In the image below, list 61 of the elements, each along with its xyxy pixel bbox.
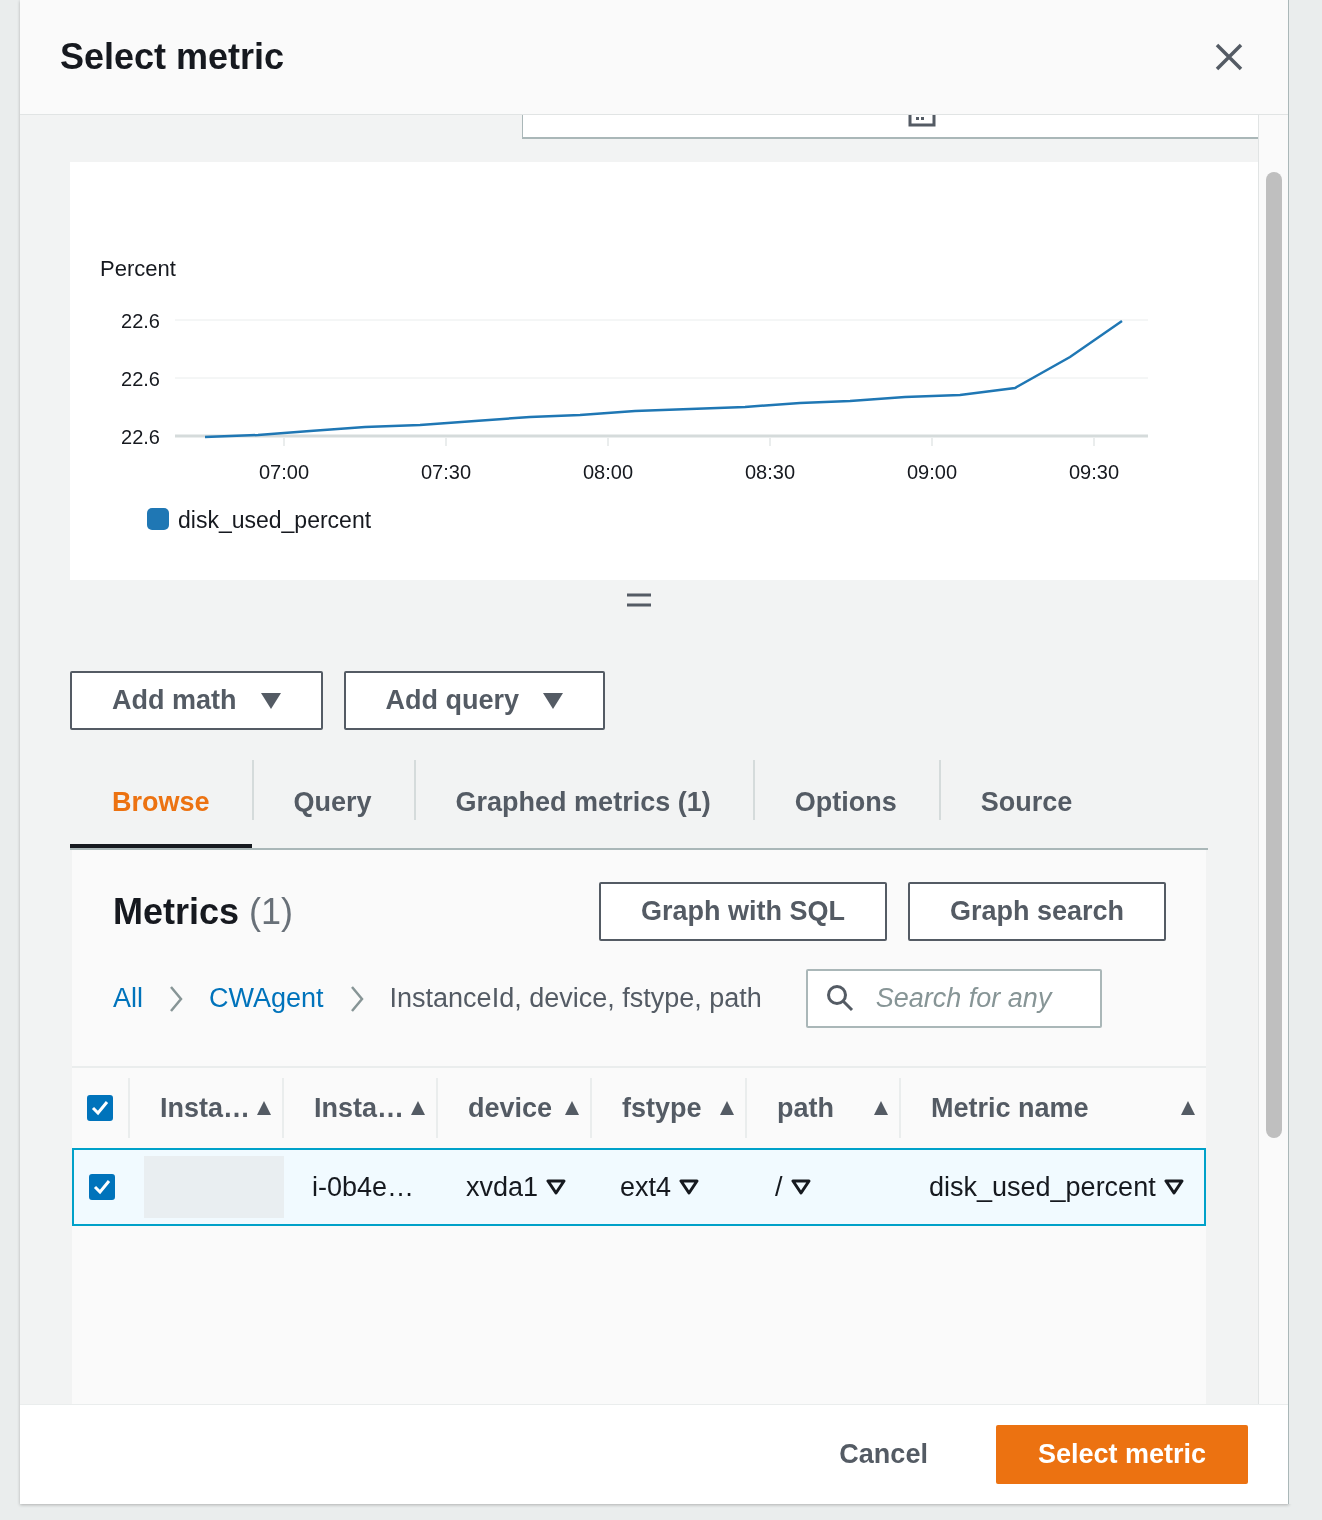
y-tick-label: 22.6: [121, 310, 160, 332]
filter-caret-icon[interactable]: [790, 1179, 811, 1195]
tab[interactable]: Source: [938, 760, 1115, 848]
x-tick-label: 09:00: [906, 461, 958, 483]
caret-icon: [260, 692, 281, 709]
column-header[interactable]: Insta…: [160, 1092, 251, 1124]
y-tick-label: 22.6: [121, 368, 160, 390]
dropdown-button[interactable]: Add math: [70, 671, 323, 730]
checkmark-icon: [91, 1100, 109, 1116]
dropdown-button[interactable]: Add query: [343, 671, 605, 730]
tab[interactable]: Graphed metrics (1): [413, 760, 753, 848]
breadcrumb-current: InstanceId, device, fstype, path: [389, 983, 762, 1014]
caret-icon: [543, 692, 563, 709]
tab[interactable]: Query: [251, 760, 414, 848]
search-field[interactable]: Search for any: [805, 969, 1102, 1028]
time-range-field[interactable]: [522, 115, 1258, 139]
tab[interactable]: Options: [752, 760, 939, 848]
filter-caret-icon[interactable]: [546, 1179, 567, 1195]
table-cell: /: [775, 1171, 783, 1203]
section-title: Metrics (1): [113, 890, 294, 933]
chevron-icon: [169, 984, 183, 1013]
calendar-icon[interactable]: [908, 115, 936, 127]
resize-handle-icon[interactable]: [627, 593, 651, 607]
sort-icon[interactable]: [719, 1100, 735, 1116]
x-tick-label: 07:00: [258, 461, 310, 483]
column-header[interactable]: path: [777, 1092, 834, 1124]
column-header[interactable]: Metric name: [931, 1092, 1089, 1124]
chevron-icon: [349, 984, 364, 1013]
row-checkbox[interactable]: [89, 1174, 115, 1200]
breadcrumb-link[interactable]: All: [113, 983, 143, 1014]
scrollbar-thumb[interactable]: [1266, 172, 1282, 1138]
cancel-button[interactable]: Cancel: [833, 1438, 934, 1471]
table-cell: ext4: [620, 1171, 672, 1203]
table-cell: disk_used_percent: [929, 1171, 1156, 1203]
axis-title: Percent: [100, 256, 176, 281]
y-tick-label: 22.6: [121, 426, 160, 448]
table-cell: i-0b4e…: [312, 1171, 415, 1203]
x-tick-label: 08:30: [744, 461, 796, 483]
column-header[interactable]: Insta…: [314, 1092, 405, 1124]
table-row[interactable]: i-0b4e… xvda1 ext4 / disk_used_percent: [72, 1148, 1206, 1226]
sort-icon[interactable]: [1180, 1100, 1196, 1116]
select-all-checkbox[interactable]: [87, 1095, 113, 1121]
sort-icon[interactable]: [410, 1100, 426, 1116]
dialog-title: Select metric: [60, 36, 285, 78]
legend-label[interactable]: disk_used_percent: [178, 507, 372, 533]
x-tick-label: 07:30: [420, 461, 472, 483]
filter-caret-icon[interactable]: [1163, 1179, 1184, 1195]
close-icon[interactable]: [1214, 42, 1244, 72]
column-header[interactable]: device: [468, 1092, 553, 1124]
checkmark-icon: [93, 1179, 111, 1195]
sort-icon[interactable]: [873, 1100, 889, 1116]
x-tick-label: 09:30: [1068, 461, 1120, 483]
breadcrumb-link[interactable]: CWAgent: [209, 983, 324, 1014]
column-header[interactable]: fstype: [622, 1092, 702, 1124]
sort-icon[interactable]: [256, 1100, 272, 1116]
graph-button[interactable]: Graph with SQL: [598, 882, 887, 941]
x-tick-label: 08:00: [582, 461, 634, 483]
graph-button[interactable]: Graph search: [907, 882, 1166, 941]
filter-caret-icon[interactable]: [679, 1179, 700, 1195]
table-cell: xvda1: [466, 1171, 539, 1203]
sort-icon[interactable]: [564, 1100, 580, 1116]
